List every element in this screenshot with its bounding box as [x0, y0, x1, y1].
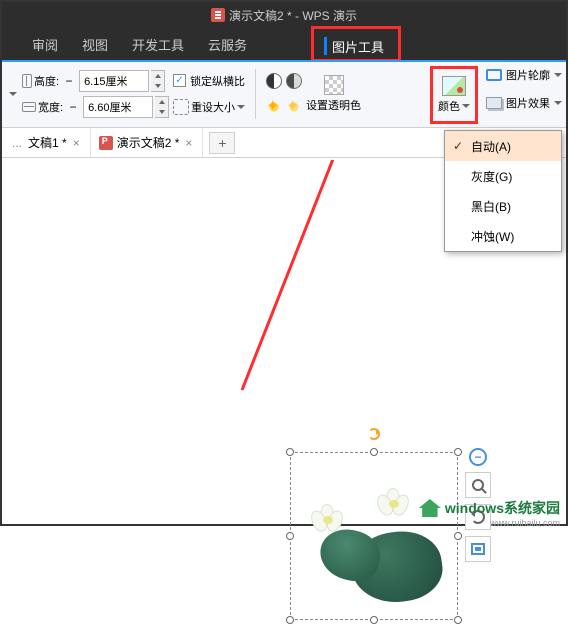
- size-group: 高度: − 6.15厘米 宽度: − 6.60厘米: [22, 70, 169, 118]
- layout-button[interactable]: [465, 536, 491, 562]
- reset-size-icon: [173, 99, 189, 115]
- width-label: 宽度:: [38, 99, 63, 115]
- brightness-increase-icon[interactable]: [266, 99, 282, 115]
- watermark: windows系统家园 www.ruihailu.com: [419, 498, 560, 518]
- color-option-auto[interactable]: 自动(A): [445, 131, 561, 161]
- layout-icon: [471, 543, 485, 555]
- height-input[interactable]: 6.15厘米: [79, 70, 149, 92]
- color-option-gray[interactable]: 灰度(G): [445, 161, 561, 191]
- contrast-decrease-icon[interactable]: [286, 73, 302, 89]
- menu-cloud[interactable]: 云服务: [208, 35, 247, 54]
- rotate-handle[interactable]: [368, 428, 380, 440]
- color-swatch-icon: [442, 76, 466, 96]
- resize-handle-mr[interactable]: [454, 532, 462, 540]
- chevron-down-icon: [462, 104, 470, 108]
- document-title: 演示文稿2 * - WPS 演示: [229, 7, 357, 24]
- zoom-icon: [472, 479, 484, 491]
- height-label: 高度:: [34, 73, 59, 89]
- color-button[interactable]: 颜色: [438, 98, 470, 114]
- tab-presentation-1[interactable]: 文稿1 * ×: [4, 128, 91, 158]
- menu-bar: 审阅 视图 开发工具 云服务 图片工具: [2, 28, 566, 60]
- lock-ratio-checkbox[interactable]: [173, 74, 186, 87]
- menu-devtools[interactable]: 开发工具: [132, 35, 184, 54]
- menu-review[interactable]: 审阅: [32, 35, 58, 54]
- selected-image[interactable]: [290, 452, 458, 620]
- color-option-bw[interactable]: 黑白(B): [445, 191, 561, 221]
- resize-handle-tl[interactable]: [286, 448, 294, 456]
- title-bar: 演示文稿2 * - WPS 演示: [2, 2, 566, 28]
- zoom-button[interactable]: [465, 472, 491, 498]
- chevron-down-icon: [554, 73, 562, 77]
- picture-tools-tab-highlight: 图片工具: [311, 26, 401, 62]
- width-icon: [22, 102, 36, 112]
- lock-ratio-group: 锁定纵横比 重设大小: [173, 70, 245, 118]
- color-option-washout[interactable]: 冲蚀(W): [445, 221, 561, 251]
- resize-handle-tr[interactable]: [454, 448, 462, 456]
- resize-handle-tm[interactable]: [370, 448, 378, 456]
- add-tab-button[interactable]: +: [209, 132, 235, 154]
- transparent-icon: [324, 75, 344, 95]
- resize-handle-br[interactable]: [454, 616, 462, 624]
- presentation-icon: [99, 136, 113, 150]
- picture-effects-button[interactable]: 图片效果: [486, 92, 562, 114]
- app-icon: [211, 8, 225, 22]
- brightness-decrease-icon[interactable]: [286, 99, 302, 115]
- lock-ratio-label: 锁定纵横比: [190, 73, 245, 89]
- width-input[interactable]: 6.60厘米: [83, 96, 153, 118]
- ribbon: 高度: − 6.15厘米 宽度: − 6.60厘米 锁定纵横比 重设大小: [2, 60, 566, 128]
- picture-style-group: 图片轮廓 图片效果: [486, 64, 562, 114]
- lotus-image-content: [302, 464, 446, 608]
- adjust-icons: [266, 70, 302, 118]
- close-icon[interactable]: ×: [71, 136, 82, 150]
- reset-size-button[interactable]: 重设大小: [173, 96, 245, 118]
- resize-handle-ml[interactable]: [286, 532, 294, 540]
- color-button-highlight: 颜色: [430, 66, 478, 124]
- house-icon: [419, 499, 441, 517]
- menu-view[interactable]: 视图: [82, 35, 108, 54]
- width-decrease[interactable]: −: [65, 100, 81, 114]
- resize-handle-bl[interactable]: [286, 616, 294, 624]
- height-decrease[interactable]: −: [61, 74, 77, 88]
- chevron-down-icon: [554, 101, 562, 105]
- width-spin-down[interactable]: [155, 107, 168, 117]
- resize-handle-bm[interactable]: [370, 616, 378, 624]
- height-spin-up[interactable]: [151, 71, 164, 81]
- menu-picture-tools[interactable]: 图片工具: [332, 37, 384, 56]
- height-spin-down[interactable]: [151, 81, 164, 91]
- chevron-down-icon: [237, 105, 245, 109]
- collapse-button[interactable]: −: [469, 448, 487, 466]
- height-icon: [22, 74, 32, 88]
- width-spin-up[interactable]: [155, 97, 168, 107]
- color-dropdown-menu: 自动(A) 灰度(G) 黑白(B) 冲蚀(W): [444, 130, 562, 252]
- ribbon-dropdown-1[interactable]: [8, 92, 18, 96]
- contrast-increase-icon[interactable]: [266, 73, 282, 89]
- set-transparent-button[interactable]: 设置透明色: [306, 75, 361, 113]
- close-icon[interactable]: ×: [183, 136, 194, 150]
- tab-presentation-2[interactable]: 演示文稿2 * ×: [91, 128, 204, 158]
- picture-outline-icon: [486, 69, 502, 81]
- picture-outline-button[interactable]: 图片轮廓: [486, 64, 562, 86]
- picture-effects-icon: [486, 97, 502, 109]
